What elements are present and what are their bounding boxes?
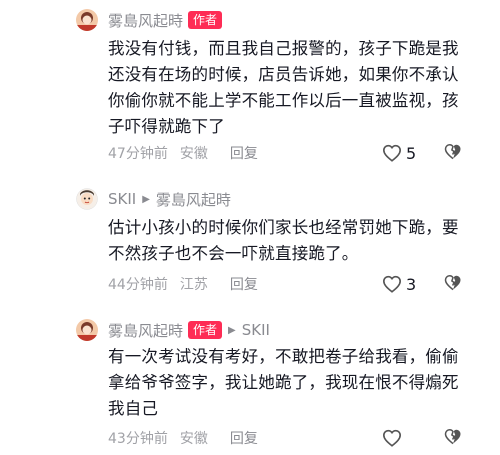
like-button[interactable]: 5 — [382, 144, 416, 163]
heart-outline-icon — [382, 275, 402, 293]
heart-outline-icon — [382, 429, 402, 447]
timestamp: 43分钟前 — [108, 431, 168, 447]
timestamp: 44分钟前 — [108, 277, 168, 293]
comment-actions: 3 — [382, 273, 461, 295]
comment-header: 雾島风起時 作者 ▶ SKII — [108, 319, 270, 341]
location: 江苏 — [179, 277, 208, 293]
location: 安徽 — [179, 146, 208, 162]
comment-text: 我没有付钱，而且我自己报警的，孩子下跪是我还没有在场的时候，店员告诉她，如果你不… — [108, 39, 459, 136]
dislike-button[interactable] — [444, 274, 462, 295]
username[interactable]: 雾島风起時 — [108, 320, 183, 341]
like-count: 5 — [406, 143, 417, 163]
comment-text: 有一次考试没有考好，不敢把卷子给我看，偷偷拿给爷爷签字，我让她跪了，我现在恨不得… — [108, 347, 459, 418]
username[interactable]: 雾島风起時 — [108, 10, 183, 31]
like-count: 3 — [406, 274, 417, 294]
reply-button[interactable]: 回复 — [230, 274, 258, 294]
like-button[interactable]: 3 — [382, 275, 416, 294]
broken-heart-icon — [444, 428, 461, 445]
heart-outline-icon — [382, 144, 402, 162]
username[interactable]: SKII — [108, 190, 136, 208]
location: 安徽 — [179, 431, 208, 447]
comment-meta: 47分钟前 安徽 回复 — [108, 142, 258, 164]
caret-right-icon: ▶ — [142, 193, 150, 205]
comment-actions — [382, 427, 461, 449]
dislike-button[interactable] — [444, 428, 462, 449]
broken-heart-icon — [444, 143, 461, 160]
reply-to-username[interactable]: 雾島风起時 — [156, 189, 231, 210]
like-button[interactable] — [382, 429, 406, 447]
broken-heart-icon — [444, 274, 461, 291]
avatar[interactable] — [76, 319, 98, 341]
reply-to-username[interactable]: SKII — [242, 321, 270, 339]
dislike-button[interactable] — [444, 143, 462, 164]
caret-right-icon: ▶ — [228, 324, 236, 336]
timestamp: 47分钟前 — [108, 146, 168, 162]
avatar[interactable] — [76, 9, 98, 31]
comment-text: 估计小孩小的时候你们家长也经常罚她下跪，要不然孩子也不会一吓就直接跪了。 — [108, 218, 459, 263]
reply-button[interactable]: 回复 — [230, 143, 258, 163]
comment-actions: 5 — [382, 142, 461, 164]
avatar[interactable] — [76, 188, 98, 210]
comment-meta: 44分钟前 江苏 回复 — [108, 273, 258, 295]
comment-header: SKII ▶ 雾島风起時 — [108, 188, 231, 210]
comment-meta: 43分钟前 安徽 回复 — [108, 427, 258, 449]
reply-button[interactable]: 回复 — [230, 428, 258, 448]
author-badge: 作者 — [188, 11, 223, 29]
author-badge: 作者 — [188, 321, 223, 339]
comment-header: 雾島风起時 作者 — [108, 9, 223, 31]
